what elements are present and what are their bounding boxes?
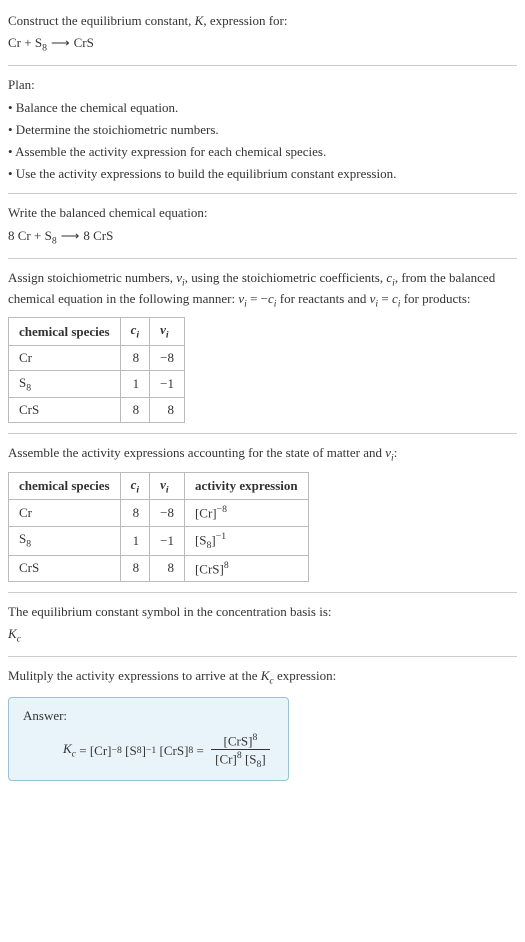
table-row: chemical species ci νi [9, 318, 185, 346]
col-header: activity expression [184, 472, 308, 500]
divider [8, 258, 517, 259]
answer-label: Answer: [23, 708, 274, 724]
cell: −1 [150, 526, 185, 555]
cell: −8 [150, 500, 185, 526]
col-header: ci [120, 318, 150, 346]
cell: 8 [150, 398, 185, 423]
balanced-heading: Write the balanced chemical equation: [8, 204, 517, 222]
cell: CrS [9, 555, 121, 581]
cell: 8 [120, 500, 150, 526]
table-row: CrS 8 8 [9, 398, 185, 423]
balanced-equation: 8 Cr + S8⟶8 CrS [8, 227, 517, 248]
plan-item: • Balance the chemical equation. [8, 99, 517, 117]
table-row: Cr 8 −8 [9, 345, 185, 370]
table-row: S8 1 −1 [S8]−1 [9, 526, 309, 555]
cell: S8 [9, 526, 121, 555]
cell: [CrS]8 [184, 555, 308, 581]
divider [8, 656, 517, 657]
col-header: νi [150, 318, 185, 346]
cell: Cr [9, 500, 121, 526]
divider [8, 433, 517, 434]
cell: 1 [120, 370, 150, 398]
cell: Cr [9, 345, 121, 370]
cell: 8 [120, 555, 150, 581]
cell: [Cr]−8 [184, 500, 308, 526]
divider [8, 65, 517, 66]
fraction: [CrS]8 [Cr]8 [S8] [211, 732, 270, 770]
cell: −1 [150, 370, 185, 398]
table-row: chemical species ci νi activity expressi… [9, 472, 309, 500]
cell: [S8]−1 [184, 526, 308, 555]
frac-numerator: [CrS]8 [211, 732, 270, 750]
plan-item: • Assemble the activity expression for e… [8, 143, 517, 161]
cell: CrS [9, 398, 121, 423]
table-row: Cr 8 −8 [Cr]−8 [9, 500, 309, 526]
multiply-heading: Mulitply the activity expressions to arr… [8, 667, 517, 688]
cell: 1 [120, 526, 150, 555]
col-header: chemical species [9, 472, 121, 500]
cell: 8 [150, 555, 185, 581]
col-header: νi [150, 472, 185, 500]
table-row: CrS 8 8 [CrS]8 [9, 555, 309, 581]
col-header: ci [120, 472, 150, 500]
stoich-table: chemical species ci νi Cr 8 −8 S8 1 −1 C… [8, 317, 185, 423]
plan-heading: Plan: [8, 76, 517, 94]
col-header: chemical species [9, 318, 121, 346]
cell: 8 [120, 398, 150, 423]
divider [8, 592, 517, 593]
plan-item: • Determine the stoichiometric numbers. [8, 121, 517, 139]
answer-expression: Kc = [Cr]−8 [S8]−1 [CrS]8 = [CrS]8 [Cr]8… [63, 732, 274, 770]
symbol: Kc [8, 625, 517, 646]
frac-denominator: [Cr]8 [S8] [211, 750, 270, 770]
answer-box: Answer: Kc = [Cr]−8 [S8]−1 [CrS]8 = [CrS… [8, 697, 289, 781]
activity-table: chemical species ci νi activity expressi… [8, 472, 309, 582]
table-row: S8 1 −1 [9, 370, 185, 398]
cell: 8 [120, 345, 150, 370]
plan-item: • Use the activity expressions to build … [8, 165, 517, 183]
stoich-heading: Assign stoichiometric numbers, νi, using… [8, 269, 517, 311]
title-text: Construct the equilibrium constant, K, e… [8, 13, 287, 28]
divider [8, 193, 517, 194]
title-line: Construct the equilibrium constant, K, e… [8, 12, 517, 30]
cell: S8 [9, 370, 121, 398]
activity-heading: Assemble the activity expressions accoun… [8, 444, 517, 465]
unbalanced-equation: Cr + S8⟶CrS [8, 34, 517, 55]
cell: −8 [150, 345, 185, 370]
symbol-heading: The equilibrium constant symbol in the c… [8, 603, 517, 621]
